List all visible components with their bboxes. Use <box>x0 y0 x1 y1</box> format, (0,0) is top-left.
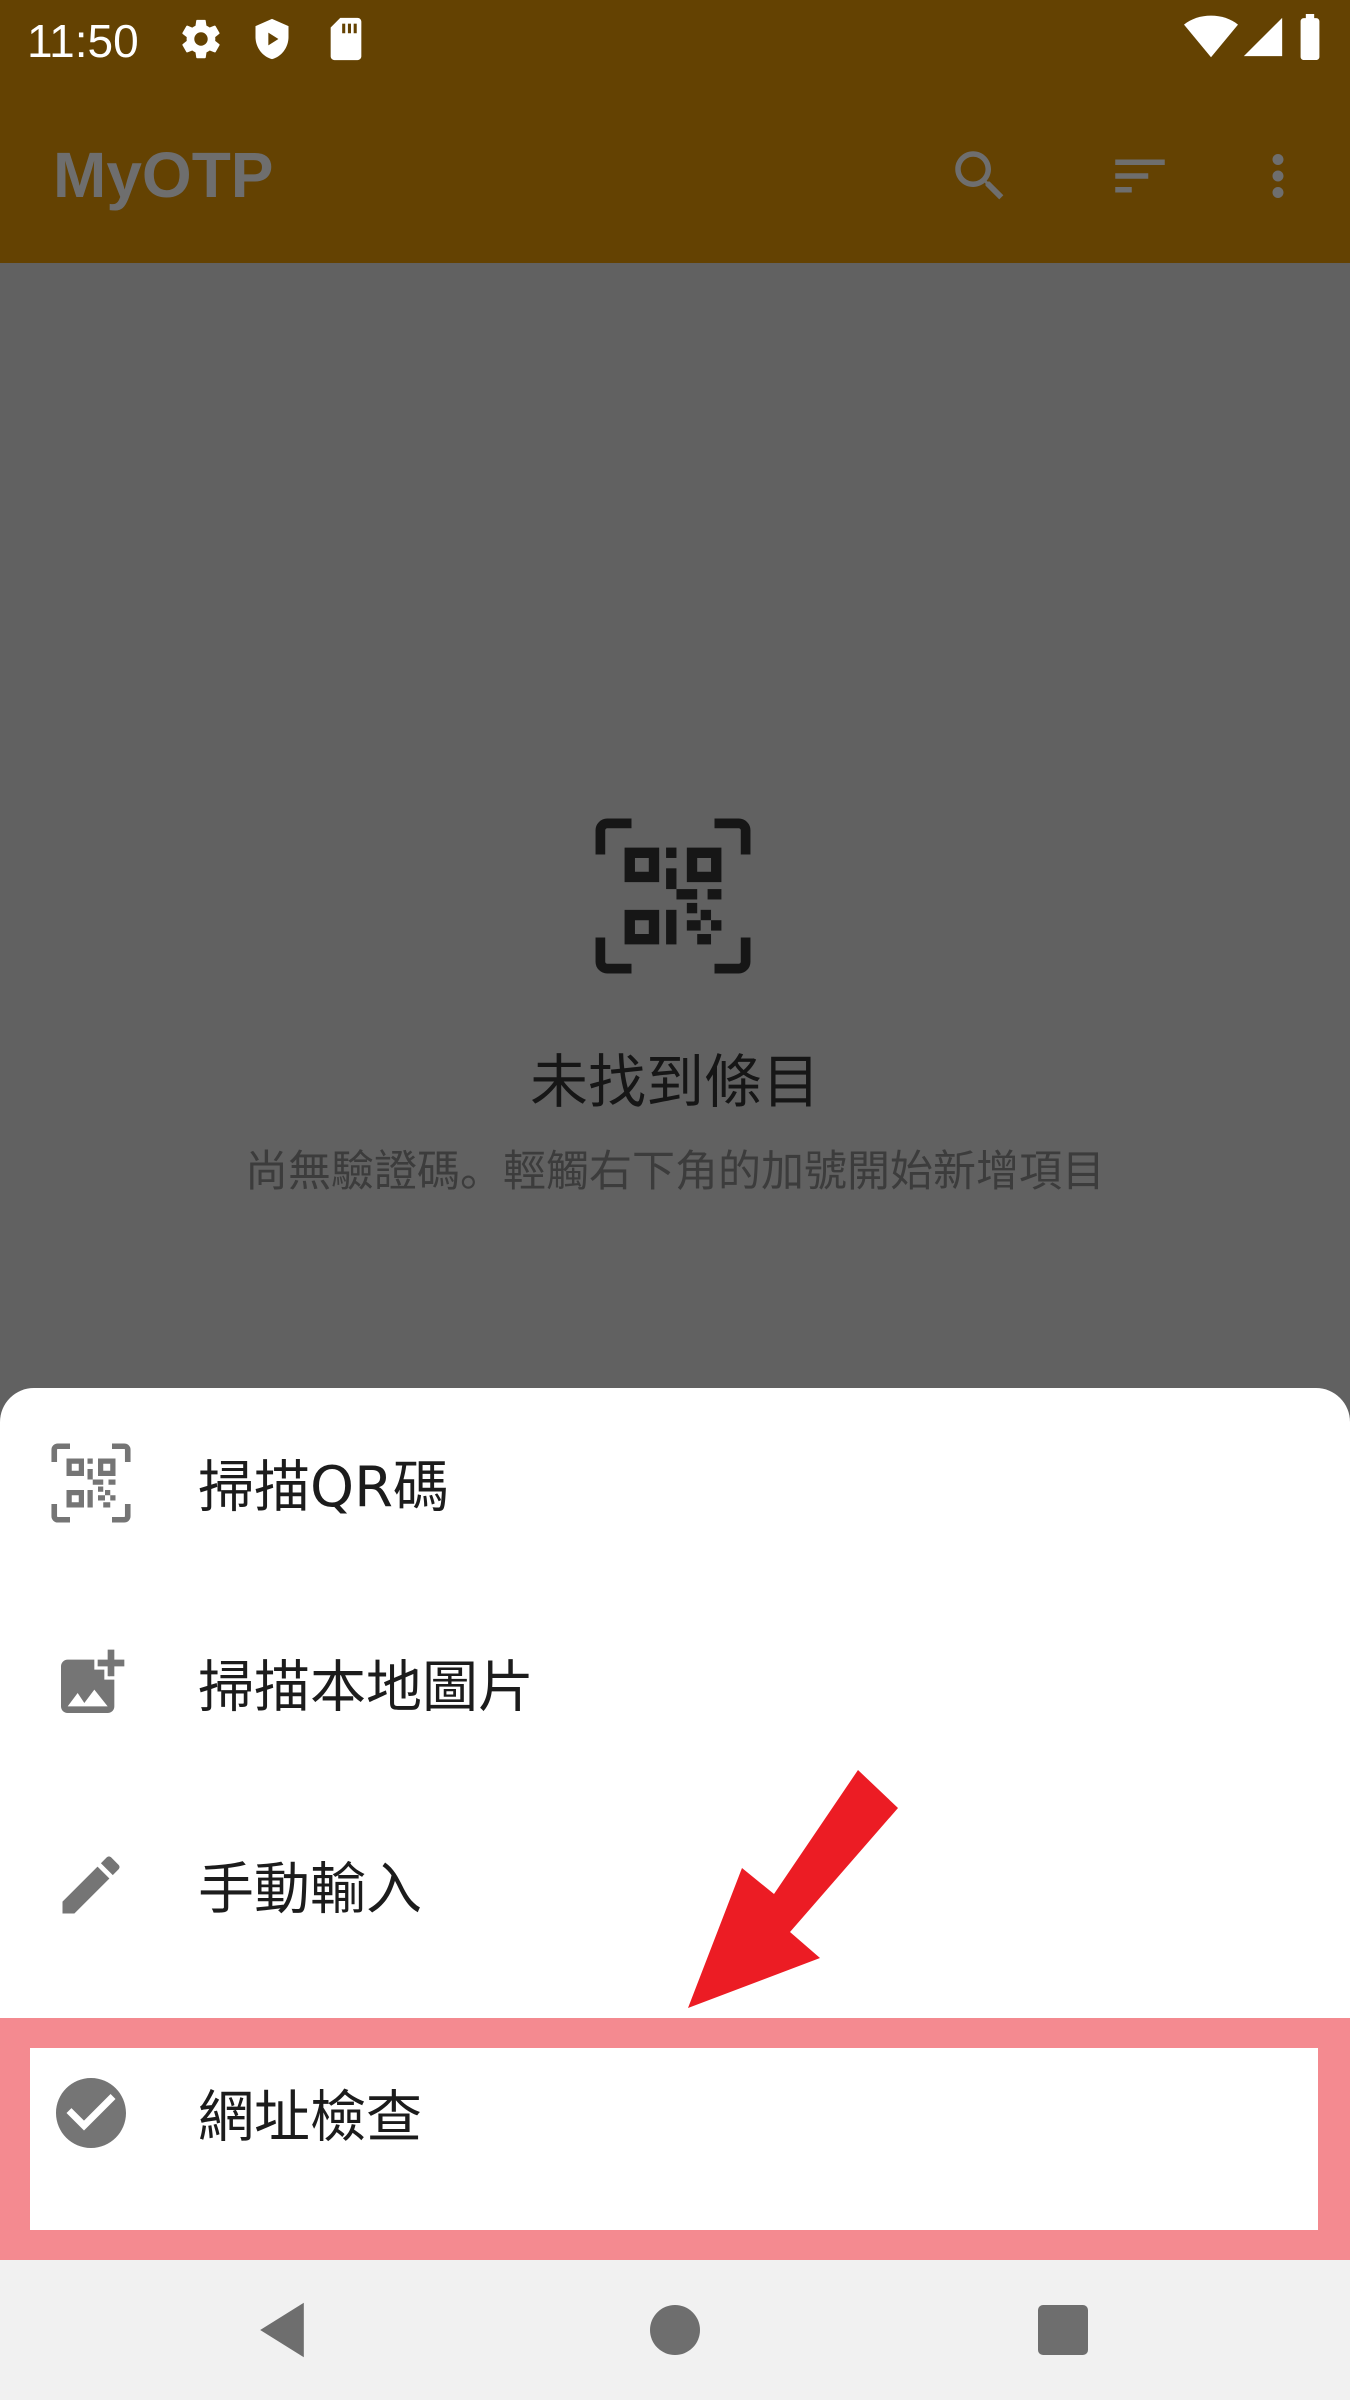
qr-code-scan-icon <box>48 1440 134 1526</box>
menu-item-manual-entry[interactable]: 手動輸入 <box>0 1790 1350 1980</box>
search-button[interactable] <box>930 126 1030 226</box>
shield-icon <box>250 16 294 66</box>
annotation-highlight-box <box>0 2018 1350 2260</box>
home-icon <box>650 2305 700 2355</box>
wifi-icon <box>1184 14 1238 64</box>
more-vert-icon <box>1272 154 1284 198</box>
status-bar: 11:50 <box>0 0 1350 78</box>
add-photo-icon <box>48 1640 134 1726</box>
signal-icon <box>1240 14 1286 64</box>
menu-item-label: 掃描QR碼 <box>198 1455 449 1521</box>
sort-icon <box>1115 159 1165 193</box>
back-icon <box>260 2302 304 2358</box>
sd-card-icon <box>326 16 366 66</box>
recents-icon <box>1038 2305 1088 2355</box>
search-icon <box>955 151 1004 200</box>
more-options-button[interactable] <box>1228 126 1328 226</box>
app-bar: MyOTP <box>0 78 1350 263</box>
settings-icon <box>178 16 224 66</box>
pencil-icon <box>48 1842 134 1928</box>
menu-item-scan-image[interactable]: 掃描本地圖片 <box>0 1588 1350 1778</box>
battery-icon <box>1296 14 1324 64</box>
home-button[interactable] <box>625 2280 725 2380</box>
empty-state-title: 未找到條目 <box>529 1048 820 1116</box>
qr-code-scan-icon <box>590 813 756 983</box>
menu-item-label: 掃描本地圖片 <box>198 1655 534 1721</box>
system-navigation-bar <box>0 2260 1350 2400</box>
status-time: 11:50 <box>27 15 139 67</box>
menu-item-label: 手動輸入 <box>198 1857 422 1923</box>
menu-item-scan-qr[interactable]: 掃描QR碼 <box>0 1388 1350 1578</box>
back-button[interactable] <box>232 2280 332 2380</box>
empty-state-subtitle: 尚無驗證碼。輕觸右下角的加號開始新增項目 <box>245 1147 1105 1197</box>
app-title: MyOTP <box>53 139 274 211</box>
sort-button[interactable] <box>1090 126 1190 226</box>
recents-button[interactable] <box>1013 2280 1113 2380</box>
